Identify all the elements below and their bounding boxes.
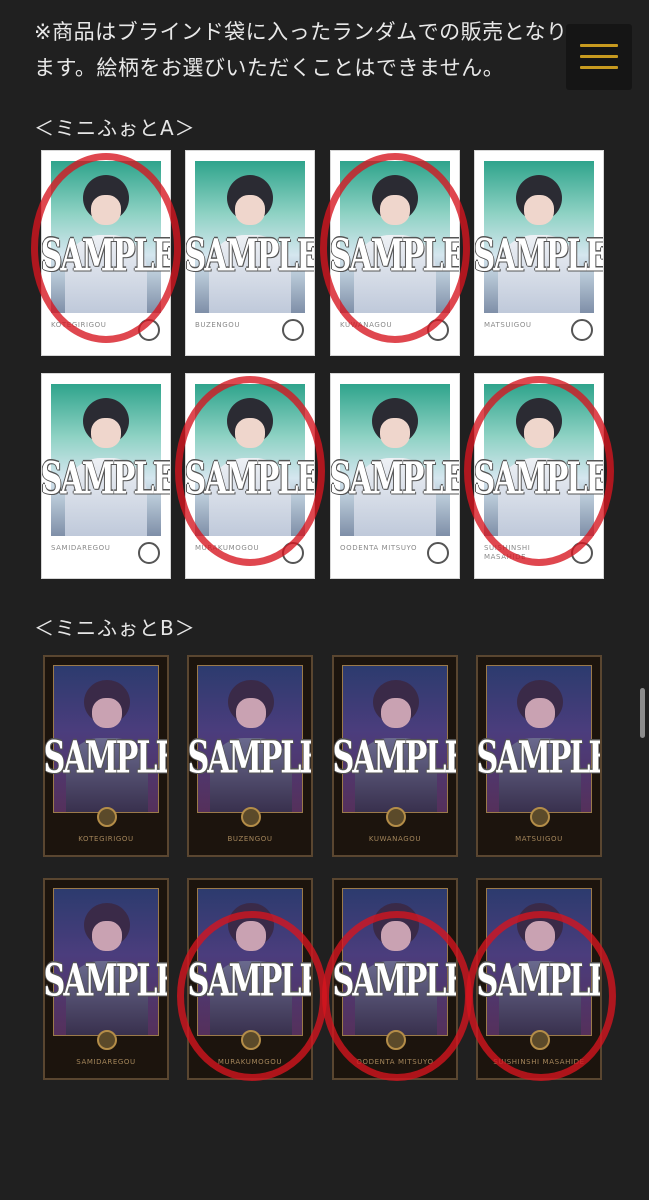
crest-icon: [138, 542, 160, 564]
mini-photo-card: MATSUIGOU SAMPLE: [476, 655, 602, 857]
scrollbar-thumb[interactable]: [640, 688, 645, 738]
sample-watermark: SAMPLE: [476, 956, 602, 1007]
card-character-name: KOTEGIRIGOU: [51, 321, 107, 329]
card-character-name: KUWANAGOU: [340, 321, 393, 329]
mini-photo-card: KOTEGIRIGOU SAMPLE: [43, 655, 169, 857]
sample-watermark: SAMPLE: [476, 733, 602, 784]
notice-text: ※商品はブラインド袋に入ったランダムでの販売となり ます。絵柄をお選びいただくこ…: [34, 14, 574, 86]
character-face: [380, 195, 410, 225]
card-character-name: SUISHINSHI MASAHIDE: [493, 1058, 585, 1066]
section-title-mini-photo-a: ＜ミニふぉとA＞: [34, 116, 196, 140]
sample-watermark: SAMPLE: [41, 231, 171, 282]
sample-watermark: SAMPLE: [474, 454, 604, 505]
sample-watermark: SAMPLE: [41, 454, 171, 505]
crest-icon: [282, 542, 304, 564]
crest-icon: [282, 319, 304, 341]
character-face: [380, 418, 410, 448]
character-face: [524, 418, 554, 448]
mini-photo-card: SAMIDAREGOU SAMPLE: [43, 878, 169, 1080]
card-character-name: KUWANAGOU: [368, 835, 422, 843]
character-face: [524, 195, 554, 225]
character-face: [236, 921, 266, 951]
hamburger-menu-button[interactable]: [566, 24, 632, 90]
crest-icon: [427, 319, 449, 341]
notice-line-2: ます。絵柄をお選びいただくことはできません。: [34, 56, 505, 80]
card-character-name: SAMIDAREGOU: [51, 544, 111, 552]
character-face: [91, 195, 121, 225]
sample-watermark: SAMPLE: [43, 956, 169, 1007]
crest-medallion-icon: [241, 1030, 261, 1050]
character-face: [91, 418, 121, 448]
card-character-name: MURAKUMOGOU: [217, 1058, 283, 1066]
mini-photo-card: SUISHINSHI MASAHIDE SAMPLE: [476, 878, 602, 1080]
crest-medallion-icon: [97, 807, 117, 827]
sample-watermark: SAMPLE: [474, 231, 604, 282]
card-character-name: KOTEGIRIGOU: [78, 835, 134, 843]
character-face: [235, 195, 265, 225]
crest-medallion-icon: [386, 807, 406, 827]
card-character-name: MURAKUMOGOU: [195, 544, 260, 552]
notice-line-1: ※商品はブラインド袋に入ったランダムでの販売となり: [34, 20, 568, 44]
crest-medallion-icon: [530, 1030, 550, 1050]
mini-photo-card: MURAKUMOGOU SAMPLE: [185, 373, 315, 579]
mini-photo-card: SUISHINSHI MASAHIDE SAMPLE: [474, 373, 604, 579]
crest-medallion-icon: [97, 1030, 117, 1050]
card-character-name: MATSUIGOU: [484, 321, 532, 329]
crest-medallion-icon: [530, 807, 550, 827]
menu-bar-icon: [580, 44, 618, 47]
character-face: [92, 698, 122, 728]
menu-bar-icon: [580, 66, 618, 69]
mini-photo-card: OODENTA MITSUYO SAMPLE: [330, 373, 460, 579]
character-face: [381, 698, 411, 728]
sample-watermark: SAMPLE: [330, 454, 460, 505]
crest-medallion-icon: [241, 807, 261, 827]
sample-watermark: SAMPLE: [332, 956, 458, 1007]
sample-watermark: SAMPLE: [185, 231, 315, 282]
sample-watermark: SAMPLE: [332, 733, 458, 784]
character-face: [525, 921, 555, 951]
character-face: [236, 698, 266, 728]
mini-photo-card: SAMIDAREGOU SAMPLE: [41, 373, 171, 579]
crest-icon: [571, 319, 593, 341]
crest-icon: [427, 542, 449, 564]
mini-photo-card: MATSUIGOU SAMPLE: [474, 150, 604, 356]
mini-photo-card: MURAKUMOGOU SAMPLE: [187, 878, 313, 1080]
menu-bar-icon: [580, 55, 618, 58]
character-face: [92, 921, 122, 951]
character-face: [235, 418, 265, 448]
mini-photo-card: OODENTA MITSUYO SAMPLE: [332, 878, 458, 1080]
mini-photo-card: BUZENGOU SAMPLE: [185, 150, 315, 356]
card-character-name: OODENTA MITSUYO: [356, 1058, 434, 1066]
mini-photo-card: KUWANAGOU SAMPLE: [332, 655, 458, 857]
sample-watermark: SAMPLE: [43, 733, 169, 784]
sample-watermark: SAMPLE: [185, 454, 315, 505]
sample-watermark: SAMPLE: [187, 956, 313, 1007]
crest-medallion-icon: [386, 1030, 406, 1050]
sample-watermark: SAMPLE: [330, 231, 460, 282]
character-face: [525, 698, 555, 728]
card-character-name: BUZENGOU: [227, 835, 273, 843]
crest-icon: [138, 319, 160, 341]
card-character-name: MATSUIGOU: [515, 835, 563, 843]
mini-photo-card: KOTEGIRIGOU SAMPLE: [41, 150, 171, 356]
crest-icon: [571, 542, 593, 564]
card-character-name: SAMIDAREGOU: [76, 1058, 136, 1066]
section-title-mini-photo-b: ＜ミニふぉとB＞: [34, 616, 196, 640]
card-character-name: SUISHINSHI MASAHIDE: [484, 544, 531, 561]
card-character-name: BUZENGOU: [195, 321, 241, 329]
mini-photo-card: KUWANAGOU SAMPLE: [330, 150, 460, 356]
card-character-name: OODENTA MITSUYO: [340, 544, 418, 552]
character-face: [381, 921, 411, 951]
mini-photo-card: BUZENGOU SAMPLE: [187, 655, 313, 857]
sample-watermark: SAMPLE: [187, 733, 313, 784]
